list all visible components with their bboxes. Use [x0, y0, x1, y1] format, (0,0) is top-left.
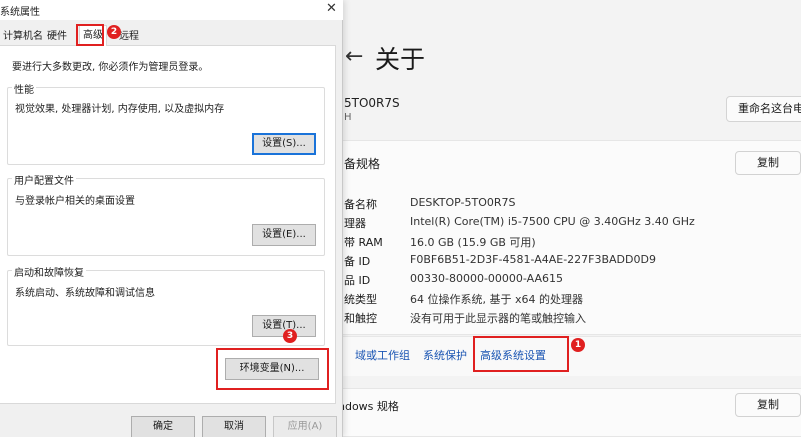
page-title: 关于: [375, 45, 426, 74]
spec-row: 备名称 DESKTOP-5TO0R7S: [344, 196, 801, 214]
dialog-titlebar[interactable]: [0, 0, 343, 20]
highlight-env-button: [216, 348, 329, 390]
device-specs-title: 备规格: [344, 157, 381, 171]
spec-key: 和触控: [344, 312, 377, 325]
device-name: 5TO0R7S: [344, 96, 400, 110]
dialog-title: 系统属性: [0, 7, 40, 18]
spec-row: 品 ID 00330-80000-00000-AA615: [344, 272, 801, 290]
tab-computer-name[interactable]: 计算机名: [0, 28, 46, 46]
performance-settings-button[interactable]: 设置(S)...: [252, 133, 316, 155]
user-profiles-label: 用户配置文件: [12, 172, 76, 187]
close-icon[interactable]: ✕: [326, 1, 337, 16]
spec-key: 备名称: [344, 198, 377, 211]
step-badge-3: 3: [283, 329, 297, 343]
system-protection-link[interactable]: 系统保护: [423, 347, 467, 363]
spec-row: 带 RAM 16.0 GB (15.9 GB 可用): [344, 234, 801, 252]
spec-key: 品 ID: [344, 274, 371, 287]
device-subtitle: H: [344, 112, 352, 123]
windows-specs-card: [336, 388, 801, 437]
startup-recovery-label: 启动和故障恢复: [12, 264, 86, 279]
step-badge-1: 1: [571, 338, 585, 352]
rename-pc-button[interactable]: 重命名这台电: [726, 96, 801, 122]
spec-row: 理器 Intel(R) Core(TM) i5-7500 CPU @ 3.40G…: [344, 215, 801, 233]
spec-value: F0BF6B51-2D3F-4581-A4AE-227F3BADD0D9: [410, 253, 656, 266]
windows-specs-title: ndows 规格: [338, 400, 399, 413]
spec-value: 64 位操作系统, 基于 x64 的处理器: [410, 293, 583, 306]
highlight-advanced-tab: [76, 24, 104, 46]
cancel-button[interactable]: 取消: [202, 416, 266, 437]
spec-value: 16.0 GB (15.9 GB 可用): [410, 236, 536, 249]
spec-value: 没有可用于此显示器的笔或触控输入: [410, 312, 586, 325]
spec-value: 00330-80000-00000-AA615: [410, 272, 563, 285]
admin-note: 要进行大多数更改, 你必须作为管理员登录。: [12, 62, 209, 73]
spec-row: 和触控 没有可用于此显示器的笔或触控输入: [344, 310, 801, 328]
spec-value: Intel(R) Core(TM) i5-7500 CPU @ 3.40GHz …: [410, 215, 695, 228]
spec-row: 统类型 64 位操作系统, 基于 x64 的处理器: [344, 291, 801, 309]
spec-row: 备 ID F0BF6B51-2D3F-4581-A4AE-227F3BADD0D…: [344, 253, 801, 271]
spec-key: 统类型: [344, 293, 377, 306]
step-badge-2: 2: [107, 25, 121, 39]
spec-key: 备 ID: [344, 255, 371, 268]
tab-hardware[interactable]: 硬件: [44, 28, 70, 46]
performance-label: 性能: [12, 81, 36, 96]
performance-description: 视觉效果, 处理器计划, 内存使用, 以及虚拟内存: [15, 104, 225, 115]
copy-specs-button[interactable]: 复制: [735, 151, 801, 175]
copy-windows-specs-button[interactable]: 复制: [735, 393, 801, 417]
spec-key: 理器: [344, 217, 366, 230]
spec-key: 带 RAM: [344, 236, 383, 249]
spec-value: DESKTOP-5TO0R7S: [410, 196, 516, 209]
back-arrow-icon[interactable]: ←: [345, 44, 363, 69]
apply-button[interactable]: 应用(A): [273, 416, 337, 437]
startup-recovery-description: 系统启动、系统故障和调试信息: [15, 288, 155, 299]
ok-button[interactable]: 确定: [131, 416, 195, 437]
user-profiles-description: 与登录帐户相关的桌面设置: [15, 196, 135, 207]
highlight-advanced-link: [473, 336, 569, 372]
user-profiles-settings-button[interactable]: 设置(E)...: [252, 224, 316, 246]
domain-workgroup-link[interactable]: 域或工作组: [355, 347, 410, 363]
